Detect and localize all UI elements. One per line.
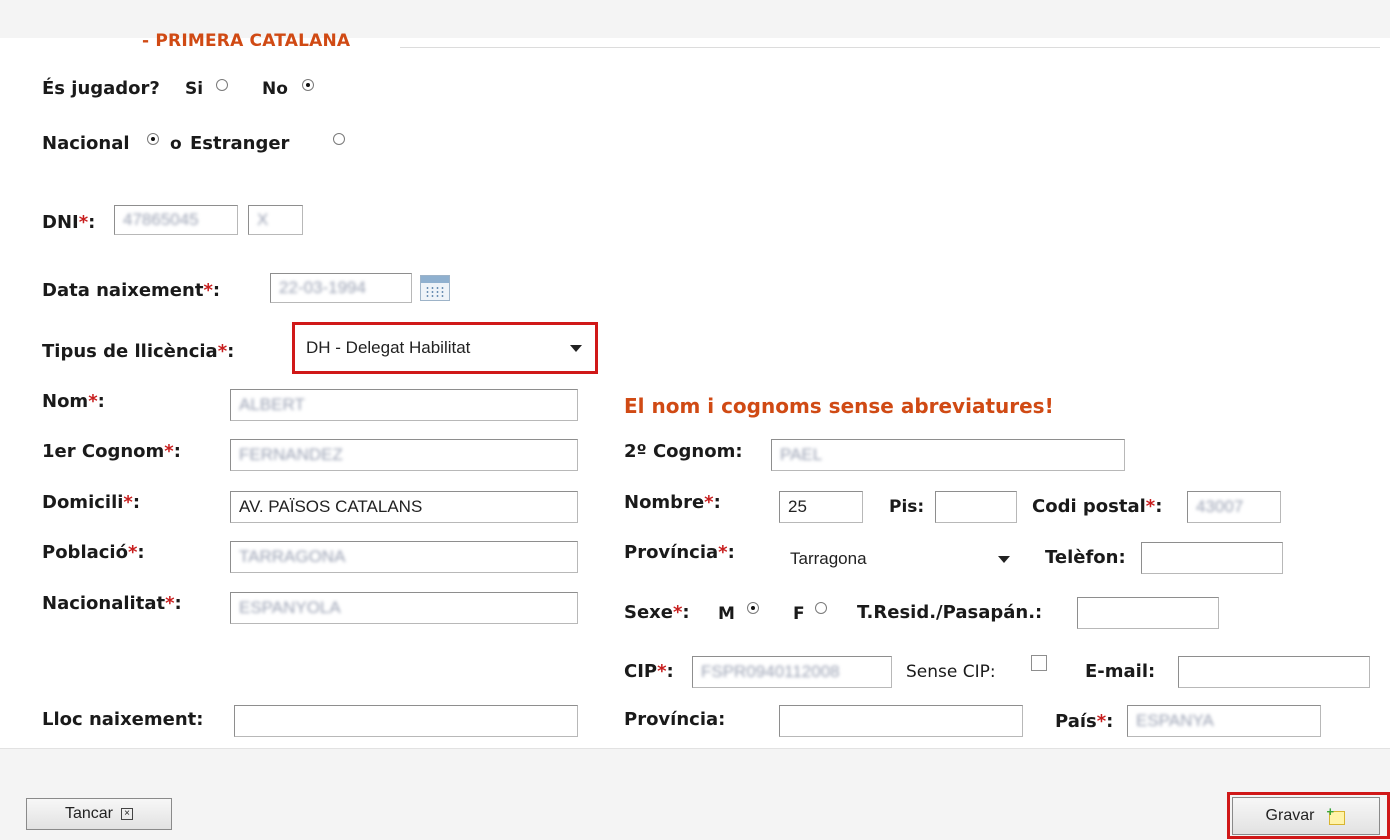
- jugador-si-radio[interactable]: [216, 79, 228, 91]
- nom-input[interactable]: ALBERT: [230, 389, 578, 421]
- sexe-m-label: M: [718, 604, 735, 624]
- email-input[interactable]: [1178, 656, 1370, 688]
- jugador-label: És jugador?: [42, 78, 160, 99]
- calendar-icon[interactable]: [420, 275, 450, 301]
- telefon-label: Telèfon:: [1045, 547, 1126, 568]
- jugador-no-label: No: [262, 79, 288, 99]
- sense-cip-label: Sense CIP:: [906, 662, 996, 682]
- chevron-down-icon: [998, 556, 1010, 563]
- section-title: - PRIMERA CATALANA: [142, 31, 351, 51]
- names-warning: El nom i cognoms sense abreviatures!: [624, 394, 1054, 418]
- save-button-highlight: [1227, 792, 1390, 839]
- dni-number-input[interactable]: 47865045: [114, 205, 238, 235]
- tresid-input[interactable]: [1077, 597, 1219, 629]
- footer-bar: [0, 748, 1390, 840]
- provincia-select[interactable]: Tarragona: [779, 541, 1023, 577]
- estranger-label: Estranger: [190, 133, 290, 154]
- lloc-naixement-input[interactable]: [234, 705, 578, 737]
- email-label: E-mail:: [1085, 661, 1156, 682]
- jugador-no-radio[interactable]: [302, 79, 314, 91]
- sexe-f-radio[interactable]: [815, 602, 827, 614]
- lloc-naixement-label: Lloc naixement:: [42, 709, 204, 730]
- tipus-llicencia-label: Tipus de llicència*:: [42, 341, 235, 362]
- codi-postal-input[interactable]: 43007: [1187, 491, 1281, 523]
- o-label: o: [170, 134, 182, 154]
- nom-label: Nom*:: [42, 391, 105, 412]
- cognom1-input[interactable]: FERNANDEZ: [230, 439, 578, 471]
- pis-label: Pis:: [889, 497, 925, 517]
- telefon-input[interactable]: [1141, 542, 1283, 574]
- nombre-input[interactable]: 25: [779, 491, 863, 523]
- dni-letter-input[interactable]: X: [248, 205, 303, 235]
- sexe-f-label: F: [793, 604, 805, 624]
- provincia-label: Província*:: [624, 542, 735, 563]
- poblacio-label: Població*:: [42, 542, 145, 563]
- close-button[interactable]: Tancar ×: [26, 798, 172, 830]
- domicili-label: Domicili*:: [42, 492, 141, 513]
- cip-label: CIP*:: [624, 661, 674, 682]
- data-naixement-label: Data naixement*:: [42, 280, 221, 301]
- tipus-llicencia-highlight: [292, 322, 598, 374]
- nacional-label: Nacional: [42, 133, 130, 154]
- domicili-input[interactable]: AV. PAÏSOS CATALANS: [230, 491, 578, 523]
- sexe-m-radio[interactable]: [747, 602, 759, 614]
- tresid-label: T.Resid./Pasapán.:: [857, 602, 1043, 623]
- cognom1-label: 1er Cognom*:: [42, 441, 181, 462]
- cognom2-label: 2º Cognom:: [624, 441, 743, 462]
- jugador-si-label: Si: [185, 79, 204, 99]
- sexe-label: Sexe*:: [624, 602, 690, 623]
- close-icon: ×: [121, 808, 134, 820]
- provincia-naixement-input[interactable]: [779, 705, 1023, 737]
- codi-postal-label: Codi postal*:: [1032, 496, 1163, 517]
- section-divider: [400, 47, 1380, 48]
- pais-input[interactable]: ESPANYA: [1127, 705, 1321, 737]
- data-naixement-input[interactable]: 22-03-1994: [270, 273, 412, 303]
- nacionalitat-input[interactable]: ESPANYOLA: [230, 592, 578, 624]
- dni-label: DNI*:: [42, 212, 96, 233]
- sense-cip-checkbox[interactable]: [1031, 655, 1047, 671]
- poblacio-input[interactable]: TARRAGONA: [230, 541, 578, 573]
- cognom2-input[interactable]: PAEL: [771, 439, 1125, 471]
- pis-input[interactable]: [935, 491, 1017, 523]
- nacional-radio[interactable]: [147, 133, 159, 145]
- cip-input[interactable]: FSPR0940112008: [692, 656, 892, 688]
- nombre-label: Nombre*:: [624, 492, 721, 513]
- provincia-naixement-label: Província:: [624, 709, 726, 730]
- estranger-radio[interactable]: [333, 133, 345, 145]
- pais-label: País*:: [1055, 711, 1114, 732]
- nacionalitat-label: Nacionalitat*:: [42, 593, 182, 614]
